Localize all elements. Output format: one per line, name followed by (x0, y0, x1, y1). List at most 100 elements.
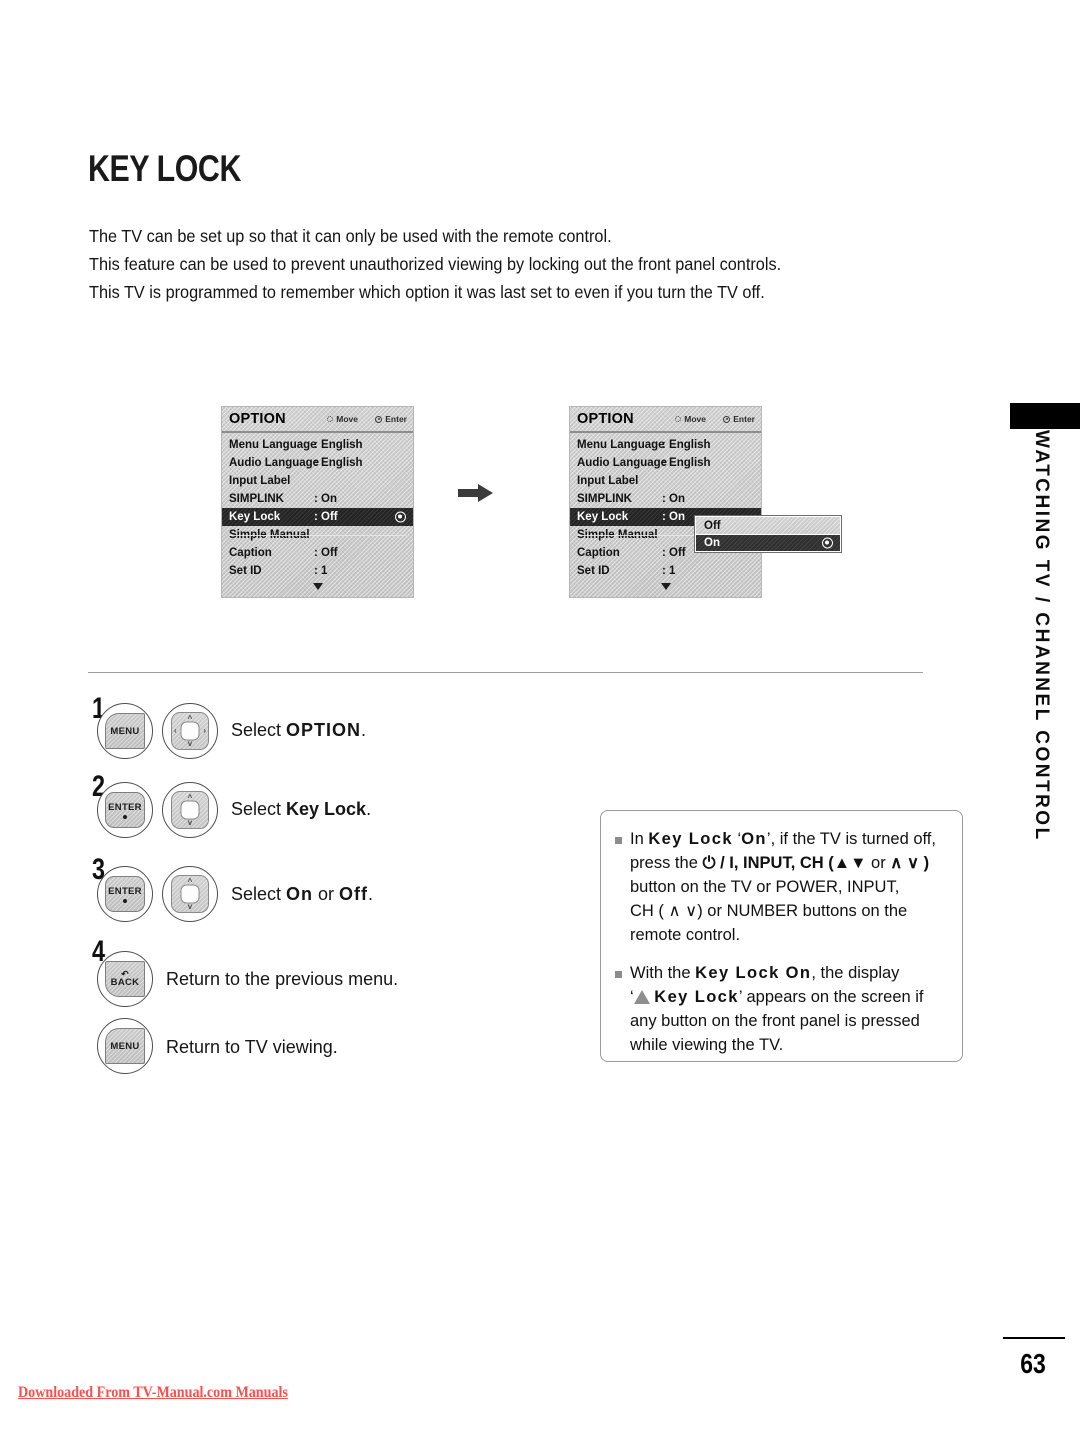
intro-line-2: This feature can be used to prevent unau… (89, 254, 782, 274)
osd-hint-move: Move (325, 414, 358, 424)
enter-key-label: ENTER (108, 885, 142, 897)
osd-row-audio-language[interactable]: Audio Language : English (570, 454, 761, 472)
enter-key[interactable]: ENTER (105, 792, 145, 828)
chevron-down-icon[interactable] (660, 583, 671, 590)
back-button-step4[interactable]: ↶ BACK (97, 951, 153, 1007)
osd-row-label: Input Label (229, 475, 291, 487)
note-2-line-4: while viewing the TV. (630, 1033, 924, 1057)
navpad[interactable]: ^ v ‹ › (171, 712, 209, 750)
step-2-bold: Key Lock (286, 799, 367, 819)
note-1-l1a: In (630, 830, 649, 848)
note-1-l5: remote control. (630, 926, 741, 944)
step-1-text: Select OPTION. (231, 720, 366, 741)
note-item-2: With the Key Lock On, the display ‘ Key … (615, 961, 946, 1057)
osd-row-set-id[interactable]: Set ID : 1 (222, 562, 413, 580)
arrow-down-icon[interactable]: v (188, 739, 192, 748)
osd-row-label: Set ID (229, 565, 262, 577)
osd-row-simple-manual[interactable]: Simple Manual (222, 526, 413, 544)
note-1-l1c: ‘ (732, 830, 742, 848)
osd-row-label: Menu Language (229, 439, 317, 451)
enter-button-step3[interactable]: ENTER (97, 866, 153, 922)
osd-row-value: : English (314, 439, 363, 451)
osd-row-value: : English (314, 457, 363, 469)
dropdown-option-on[interactable]: On (696, 534, 840, 551)
step-3-prefix: Select (231, 884, 287, 904)
osd-row-label: Simple Manual (229, 529, 310, 541)
note-1-l2c: or (866, 854, 891, 872)
note-1-l2d: ∧ ∨ ) (890, 854, 930, 872)
note-1-l1e: ’, if the TV is turned off, (766, 830, 936, 848)
radio-selected-icon (822, 537, 833, 549)
arrow-left-icon[interactable]: ‹ (174, 727, 177, 735)
intro-line-1: The TV can be set up so that it can only… (89, 226, 612, 246)
menu-key[interactable]: MENU (105, 1028, 145, 1064)
step-3-suffix: . (368, 884, 374, 904)
osd-row-input-label[interactable]: Input Label (570, 472, 761, 490)
note-1-l1b: Key Lock (648, 830, 733, 848)
osd-row-key-lock[interactable]: Key Lock : Off (222, 508, 413, 526)
navpad-step2[interactable]: ^ v (162, 782, 218, 838)
enter-dot-icon (123, 814, 127, 819)
note-2-body: With the Key Lock On, the display ‘ Key … (630, 961, 924, 1057)
osd-row-value: : 1 (314, 565, 328, 577)
osd-row-label: SIMPLINK (229, 493, 284, 505)
step-1-suffix: . (361, 720, 367, 740)
note-2-line-2: ‘ Key Lock’ appears on the screen if (630, 985, 924, 1009)
menu-key[interactable]: MENU (105, 713, 145, 749)
navpad-step1[interactable]: ^ v ‹ › (162, 703, 218, 759)
navpad[interactable]: ^ v (171, 791, 209, 829)
enter-icon (722, 415, 731, 424)
osd-row-label: Input Label (577, 475, 639, 487)
osd-row-value: : On (662, 493, 685, 505)
osd-footer (222, 582, 413, 597)
radio-selected-icon (395, 511, 406, 523)
menu-button-return[interactable]: MENU (97, 1018, 153, 1074)
key-lock-dropdown[interactable]: Off On (694, 515, 842, 553)
download-source-link[interactable]: Downloaded From TV-Manual.com Manuals (18, 1384, 288, 1402)
osd-header: OPTION Move Enter (570, 407, 761, 433)
osd-row-value: : Off (314, 547, 338, 559)
osd-row-label: Key Lock (229, 511, 281, 523)
arrow-down-icon[interactable]: v (188, 902, 192, 911)
navpad[interactable]: ^ v (171, 875, 209, 913)
navpad-center[interactable] (180, 721, 200, 741)
navpad-center[interactable] (180, 884, 200, 904)
arrow-down-icon[interactable]: v (188, 818, 192, 827)
step-2-suffix: . (366, 799, 372, 819)
osd-row-menu-language[interactable]: Menu Language : English (222, 436, 413, 454)
note-2-l1c: , the display (811, 964, 900, 982)
menu-button-step1[interactable]: MENU (97, 703, 153, 759)
note-1-line-2: press the ⏻ / I, INPUT, CH (▲▼ or ∧ ∨ ) (630, 851, 948, 875)
navpad-center[interactable] (180, 800, 200, 820)
osd-row-caption[interactable]: Caption : Off (222, 544, 413, 562)
osd-row-value: : On (662, 511, 685, 523)
osd-row-value: : English (662, 439, 711, 451)
dropdown-option-label: On (704, 537, 720, 549)
back-key[interactable]: ↶ BACK (105, 961, 145, 997)
note-2-l4: while viewing the TV. (630, 1036, 784, 1054)
osd-hint-enter: Enter (722, 414, 755, 424)
osd-row-menu-language[interactable]: Menu Language : English (570, 436, 761, 454)
navpad-step3[interactable]: ^ v (162, 866, 218, 922)
osd-row-label: SIMPLINK (577, 493, 632, 505)
enter-key[interactable]: ENTER (105, 876, 145, 912)
page-number: 63 (1020, 1348, 1046, 1379)
osd-title: OPTION (229, 411, 286, 427)
dropdown-option-off[interactable]: Off (696, 517, 840, 534)
osd-row-input-label[interactable]: Input Label (222, 472, 413, 490)
osd-row-simplink[interactable]: SIMPLINK : On (570, 490, 761, 508)
osd-row-set-id[interactable]: Set ID : 1 (570, 562, 761, 580)
chevron-down-icon[interactable] (312, 583, 323, 590)
osd-row-audio-language[interactable]: Audio Language : English (222, 454, 413, 472)
osd-row-simplink[interactable]: SIMPLINK : On (222, 490, 413, 508)
osd-menu-option-after: OPTION Move Enter Menu Language : Englis… (569, 406, 762, 598)
note-2-line-3: any button on the front panel is pressed (630, 1009, 924, 1033)
bullet-icon (615, 837, 622, 844)
menu-key-label: MENU (110, 725, 140, 737)
note-1-l2b: ⏻ / I, INPUT, CH (▲▼ (702, 854, 867, 872)
enter-button-step2[interactable]: ENTER (97, 782, 153, 838)
bullet-icon (615, 971, 622, 978)
arrow-right-icon[interactable]: › (203, 727, 206, 735)
note-2-l1a: With the (630, 964, 696, 982)
osd-row-value: : On (314, 493, 337, 505)
